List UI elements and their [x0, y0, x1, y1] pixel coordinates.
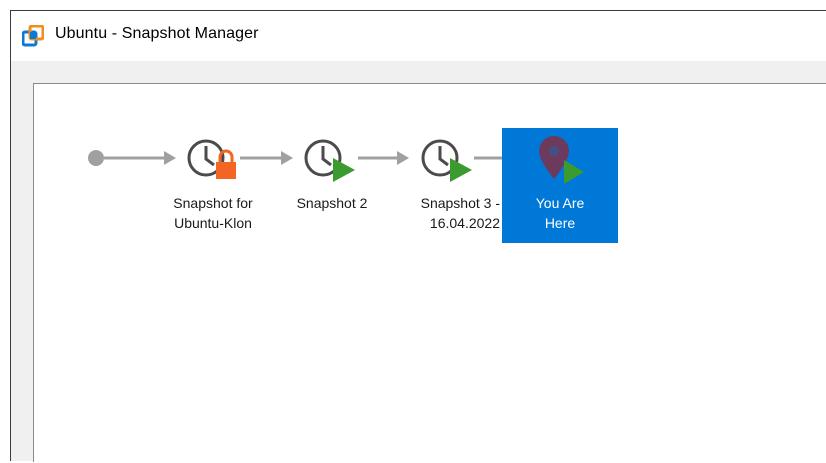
snapshot-tree-panel[interactable]: Snapshot for Ubuntu-Klon Snapshot 2 Snap… [33, 83, 826, 462]
play-icon [333, 158, 355, 182]
play-icon [450, 158, 472, 182]
snapshot-label-3[interactable]: Snapshot 3 - 16.04.2022 [386, 193, 500, 233]
current-state-icon [539, 136, 584, 184]
connector-arrow [358, 151, 409, 165]
snapshot-label-2[interactable]: Snapshot 2 [279, 193, 385, 213]
current-state-node[interactable]: You Are Here [502, 128, 618, 243]
window-title: Ubuntu - Snapshot Manager [55, 25, 259, 42]
snapshot-label-1[interactable]: Snapshot for Ubuntu-Klon [162, 193, 264, 233]
root-node-dot [88, 150, 104, 166]
current-state-label: You Are Here [535, 195, 585, 231]
snapshot-node-3[interactable] [418, 134, 478, 186]
play-icon [564, 160, 584, 184]
vmware-icon [22, 25, 44, 47]
snapshot-node-1[interactable] [184, 134, 244, 186]
snapshot-manager-window: Ubuntu - Snapshot Manager Snapshot for U… [10, 10, 826, 462]
connector-arrow [240, 151, 293, 165]
lock-icon [216, 149, 236, 179]
snapshot-node-2[interactable] [301, 134, 361, 186]
connector-arrow [104, 151, 176, 165]
title-bar[interactable]: Ubuntu - Snapshot Manager [11, 11, 826, 61]
